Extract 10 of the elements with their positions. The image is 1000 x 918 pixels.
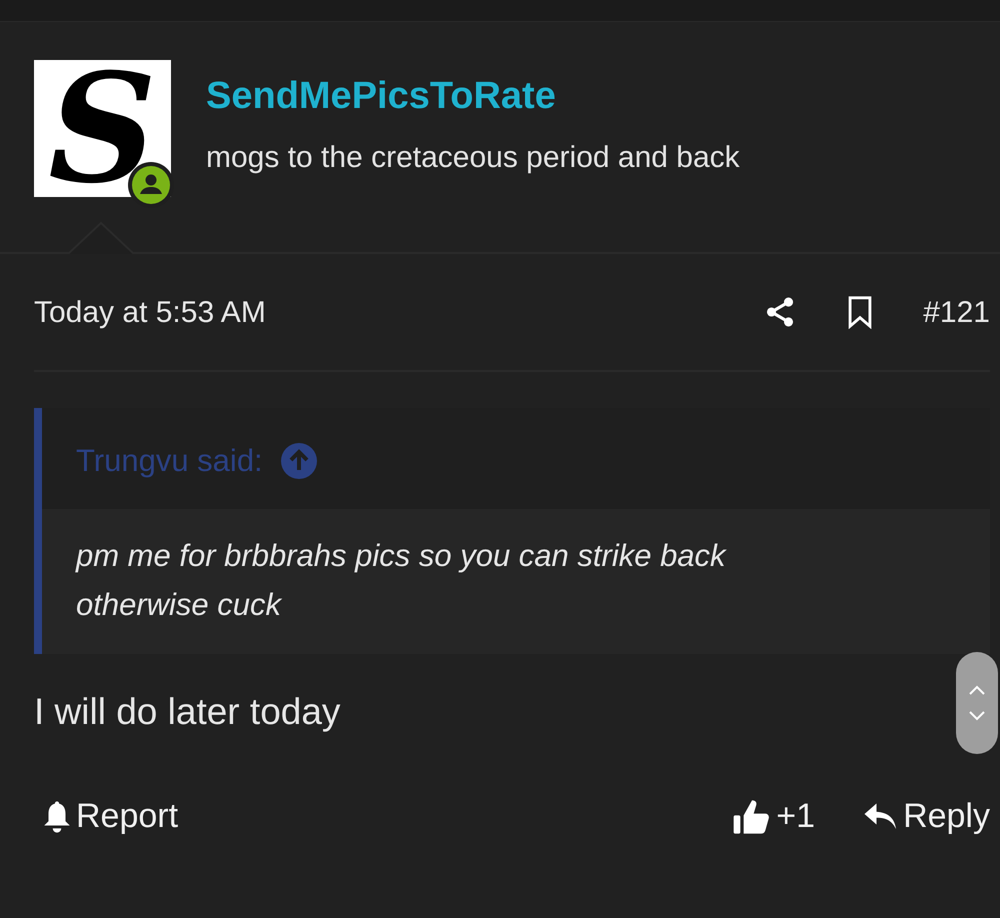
like-button[interactable]: +1 [732,791,816,842]
username-link[interactable]: SendMePicsToRate [206,68,740,125]
post-number-link[interactable]: #121 [923,290,990,334]
avatar[interactable]: S [34,60,171,197]
post-time-link[interactable]: Today at 5:53 AM [34,290,266,334]
quote-text: pm me for brbbrahs pics so you can strike back otherwise cuck [42,508,990,654]
reply-button[interactable]: Reply [863,791,990,842]
message-text: I will do later today [34,690,342,734]
report-button[interactable]: Report [42,791,178,842]
user-title: mogs to the cretaceous period and back [206,140,740,176]
